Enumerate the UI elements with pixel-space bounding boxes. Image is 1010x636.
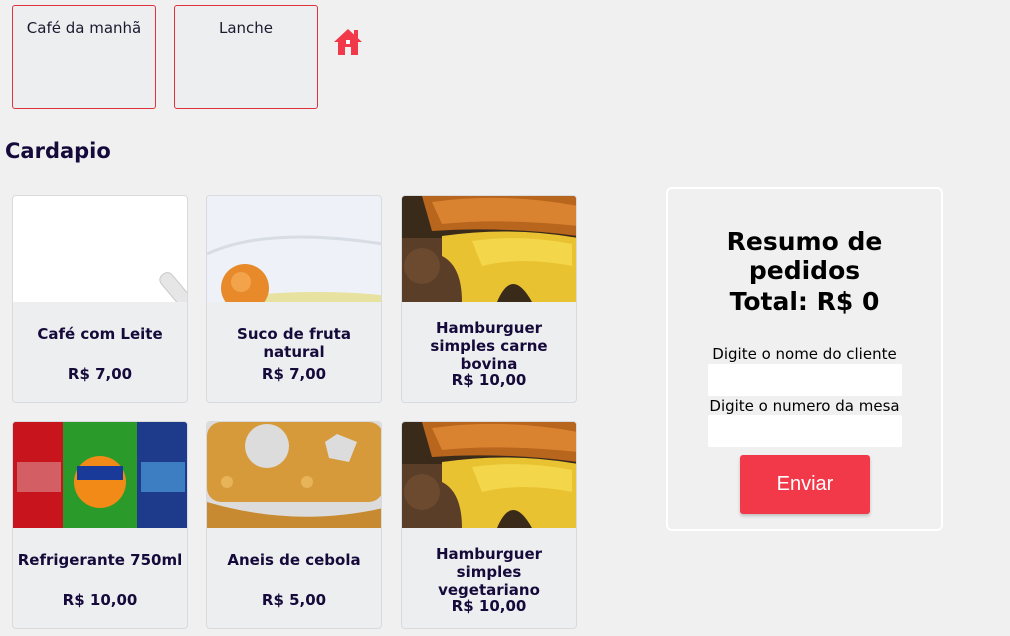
- item-name: Café com Leite: [37, 325, 163, 343]
- client-name-input[interactable]: [708, 364, 902, 396]
- burger-image: [402, 196, 576, 302]
- item-price: R$ 7,00: [261, 365, 327, 383]
- summary-title: Resumo de pedidos: [726, 227, 883, 285]
- item-name: Aneis de cebola: [227, 551, 361, 569]
- soda-cans-image: [13, 422, 187, 528]
- tab-label: Café da manhã: [26, 19, 142, 37]
- item-name: Hamburguer simples carne bovina: [430, 319, 548, 373]
- item-price: R$ 10,00: [62, 591, 138, 609]
- item-price: R$ 10,00: [451, 597, 527, 615]
- order-summary-panel: Resumo de pedidos Total: R$ 0 Digite o n…: [666, 187, 943, 531]
- menu-item-card[interactable]: Hamburguer simples carne bovina R$ 10,00: [401, 195, 577, 403]
- item-name: Refrigerante 750ml: [17, 551, 183, 569]
- item-price: R$ 7,00: [67, 365, 133, 383]
- coffee-with-milk-image: [13, 196, 187, 302]
- fruit-juice-image: [207, 196, 381, 302]
- menu-item-card[interactable]: Café com Leite R$ 7,00: [12, 195, 188, 403]
- menu-item-card[interactable]: Hamburguer simples vegetariano R$ 10,00: [401, 421, 577, 629]
- item-price: R$ 10,00: [451, 371, 527, 389]
- burger-image: [402, 422, 576, 528]
- order-total: Total: R$ 0: [729, 287, 880, 316]
- tab-lanche[interactable]: Lanche: [174, 5, 318, 109]
- item-name: Hamburguer simples vegetariano: [435, 545, 543, 599]
- menu-item-card[interactable]: Suco de fruta natural R$ 7,00: [206, 195, 382, 403]
- onion-rings-image: [207, 422, 381, 528]
- send-button[interactable]: Enviar: [740, 455, 870, 514]
- item-price: R$ 5,00: [261, 591, 327, 609]
- tab-cafe-da-manha[interactable]: Café da manhã: [12, 5, 156, 109]
- item-name: Suco de fruta natural: [237, 325, 351, 361]
- table-number-input[interactable]: [708, 415, 902, 447]
- page-title: Cardapio: [5, 139, 111, 163]
- table-number-label: Digite o numero da mesa: [709, 397, 900, 415]
- tab-label: Lanche: [218, 19, 274, 37]
- client-name-label: Digite o nome do cliente: [712, 345, 897, 363]
- home-icon[interactable]: [332, 27, 364, 57]
- menu-item-card[interactable]: Aneis de cebola R$ 5,00: [206, 421, 382, 629]
- menu-item-card[interactable]: Refrigerante 750ml R$ 10,00: [12, 421, 188, 629]
